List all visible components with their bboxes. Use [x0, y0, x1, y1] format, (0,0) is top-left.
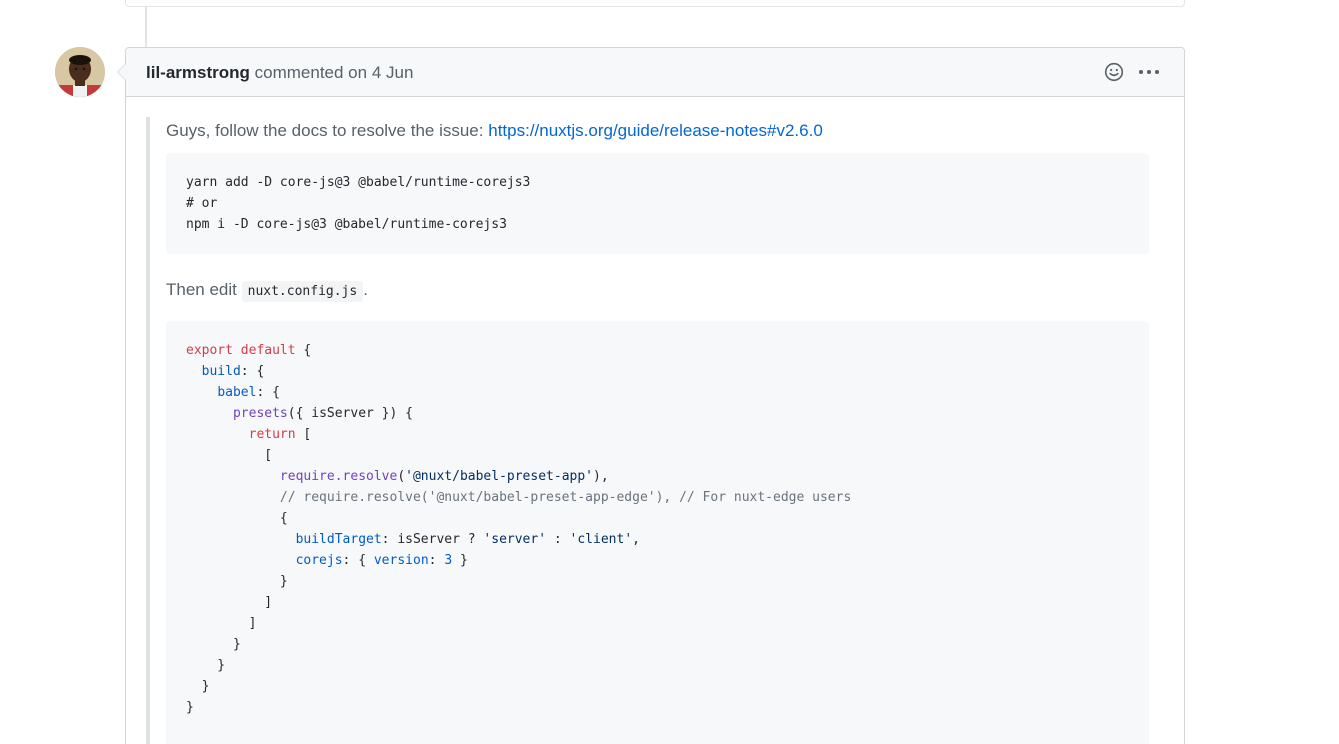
code-token: build	[201, 364, 241, 379]
code-token: default	[240, 343, 296, 358]
comment-body: Guys, follow the docs to resolve the iss…	[146, 117, 1149, 744]
code-token: : isServer ?	[381, 532, 484, 547]
code-line: npm i -D core-js@3 @babel/runtime-corejs…	[186, 217, 507, 232]
then-suffix: .	[363, 280, 368, 299]
code-token: ({ isServer }) {	[287, 406, 413, 421]
code-token: '@nuxt/babel-preset-app'	[405, 469, 593, 484]
code-token: return	[248, 427, 296, 442]
code-token: 'server'	[483, 532, 547, 547]
code-token: corejs	[295, 553, 343, 568]
code-token: babel	[217, 385, 257, 400]
code-token: // require.resolve('@nuxt/babel-preset-a…	[279, 490, 852, 505]
code-line: yarn add -D core-js@3 @babel/runtime-cor…	[186, 175, 531, 190]
config-filename: nuxt.config.js	[241, 281, 364, 302]
comment-header: lil-armstrong commented on 4 Jun	[117, 48, 1184, 97]
code-token: export	[186, 343, 233, 358]
avatar-image	[55, 47, 105, 97]
then-text: Then edit	[166, 280, 237, 299]
install-code-block: yarn add -D core-js@3 @babel/runtime-cor…	[166, 153, 1149, 254]
code-token: buildTarget	[295, 532, 382, 547]
code-token: 3	[444, 553, 453, 568]
timeline: lil-armstrong commented on 4 Jun Guys, f…	[0, 0, 1339, 744]
then-paragraph: Then edit nuxt.config.js.	[166, 276, 1149, 304]
timeline-connector	[145, 6, 147, 47]
comment-actions	[1104, 62, 1160, 82]
comment-caret-fill	[118, 64, 126, 80]
code-token: version	[373, 553, 429, 568]
code-token: 'client'	[569, 532, 633, 547]
intro-paragraph: Guys, follow the docs to resolve the iss…	[166, 117, 1149, 143]
add-reaction-button[interactable]	[1104, 62, 1124, 82]
comment-header-text: lil-armstrong commented on 4 Jun	[146, 48, 413, 96]
config-code-block: export default { build: { babel: { prese…	[166, 321, 1149, 744]
code-token: require.resolve	[279, 469, 398, 484]
intro-text: Guys, follow the docs to resolve the iss…	[166, 121, 484, 140]
code-line: # or	[186, 196, 218, 211]
code-token: presets	[232, 406, 288, 421]
quoted-reply: Guys, follow the docs to resolve the iss…	[146, 117, 1149, 744]
author-link[interactable]: lil-armstrong	[146, 63, 250, 82]
previous-comment-box	[125, 0, 1185, 7]
avatar[interactable]	[55, 47, 105, 97]
smiley-icon	[1104, 62, 1124, 82]
comment-timestamp[interactable]: commented on 4 Jun	[255, 63, 414, 82]
kebab-horizontal-icon	[1139, 70, 1159, 74]
comment-options-button[interactable]	[1138, 62, 1160, 82]
release-notes-link[interactable]: https://nuxtjs.org/guide/release-notes#v…	[488, 121, 823, 140]
